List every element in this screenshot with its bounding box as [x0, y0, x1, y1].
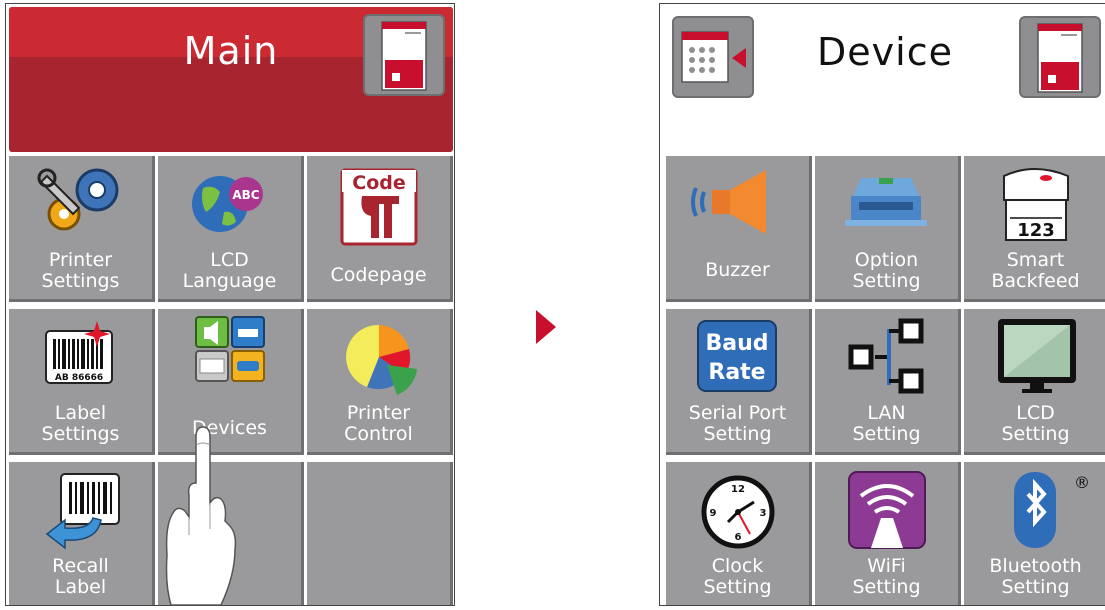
- device-screen: Device Buzzer Option Setting 123 Smart B…: [659, 3, 1105, 606]
- svg-text:9: 9: [710, 508, 717, 519]
- barcode-label-icon: AB 86666: [45, 321, 113, 384]
- clock-icon: 12 3 6 9: [701, 475, 775, 549]
- recall-label-icon: [45, 473, 120, 550]
- pie-chart-icon: [346, 324, 417, 395]
- speaker-icon: [691, 170, 766, 234]
- tile-label: Bluetooth Setting: [989, 555, 1082, 598]
- tile-label: LAN Setting: [852, 402, 921, 445]
- tile-option-setting[interactable]: Option Setting: [815, 156, 961, 302]
- svg-text:12: 12: [731, 484, 745, 495]
- option-module-icon: [845, 178, 927, 226]
- navigate-arrow-icon: [536, 310, 556, 344]
- tile-label: LCD Language: [182, 249, 277, 292]
- lan-icon: [848, 318, 924, 394]
- svg-text:6: 6: [735, 532, 742, 543]
- tile-empty: [307, 462, 453, 605]
- tile-wifi-setting[interactable]: WiFi Setting: [815, 462, 961, 605]
- svg-text:123: 123: [1017, 220, 1055, 241]
- smart-backfeed-icon: 123: [1003, 168, 1069, 241]
- tile-label: Clock Setting: [703, 555, 772, 598]
- svg-text:ABC: ABC: [232, 188, 259, 202]
- tile-lcd-setting[interactable]: LCD Setting: [964, 309, 1105, 455]
- tile-label: Printer Settings: [41, 249, 120, 292]
- svg-text:3: 3: [760, 508, 767, 519]
- tile-printer-settings[interactable]: Printer Settings: [9, 156, 155, 302]
- tile-label: LCD Setting: [1001, 402, 1070, 445]
- pointer-hand-icon: [165, 426, 237, 606]
- tile-label: Recall Label: [52, 555, 109, 598]
- devices-icon: [195, 316, 265, 382]
- svg-text:Code: Code: [352, 172, 405, 194]
- wifi-icon: [848, 471, 926, 549]
- tile-label: Smart Backfeed: [991, 249, 1080, 292]
- tile-label: Printer Control: [344, 402, 413, 445]
- printer-home-button[interactable]: [1019, 16, 1101, 98]
- tile-label-settings[interactable]: AB 86666 Label Settings: [9, 309, 155, 455]
- tile-clock-setting[interactable]: 12 3 6 9 Clock Setting: [666, 462, 812, 605]
- tile-printer-control[interactable]: Printer Control: [307, 309, 453, 455]
- svg-text:®: ®: [1074, 473, 1090, 492]
- tile-buzzer[interactable]: Buzzer: [666, 156, 812, 302]
- baud-rate-icon: Baud Rate: [697, 320, 777, 392]
- codepage-icon: Code: [340, 168, 418, 246]
- bluetooth-icon: ®: [1014, 472, 1090, 548]
- gears-wrench-icon: [37, 168, 119, 231]
- globe-abc-icon: ABC: [192, 176, 263, 232]
- tile-label: Label Settings: [41, 402, 120, 445]
- tile-lan-setting[interactable]: LAN Setting: [815, 309, 961, 455]
- tile-recall-label[interactable]: Recall Label: [9, 462, 155, 605]
- tile-label: Codepage: [330, 264, 427, 286]
- tile-codepage[interactable]: Code Codepage: [307, 156, 453, 302]
- svg-text:AB 86666: AB 86666: [55, 373, 103, 383]
- tile-lcd-language[interactable]: ABC LCD Language: [158, 156, 304, 302]
- svg-text:Baud: Baud: [705, 331, 768, 356]
- tile-bluetooth-setting[interactable]: ® Bluetooth Setting: [964, 462, 1105, 605]
- tile-label: Buzzer: [705, 259, 770, 281]
- tile-serial-port-setting[interactable]: Baud Rate Serial Port Setting: [666, 309, 812, 455]
- tile-smart-backfeed[interactable]: 123 Smart Backfeed: [964, 156, 1105, 302]
- svg-text:Rate: Rate: [708, 360, 765, 385]
- monitor-icon: [998, 319, 1076, 393]
- tile-label: Serial Port Setting: [688, 402, 787, 445]
- tile-label: Option Setting: [852, 249, 921, 292]
- printer-home-button[interactable]: [363, 14, 445, 96]
- tile-label: WiFi Setting: [852, 555, 921, 598]
